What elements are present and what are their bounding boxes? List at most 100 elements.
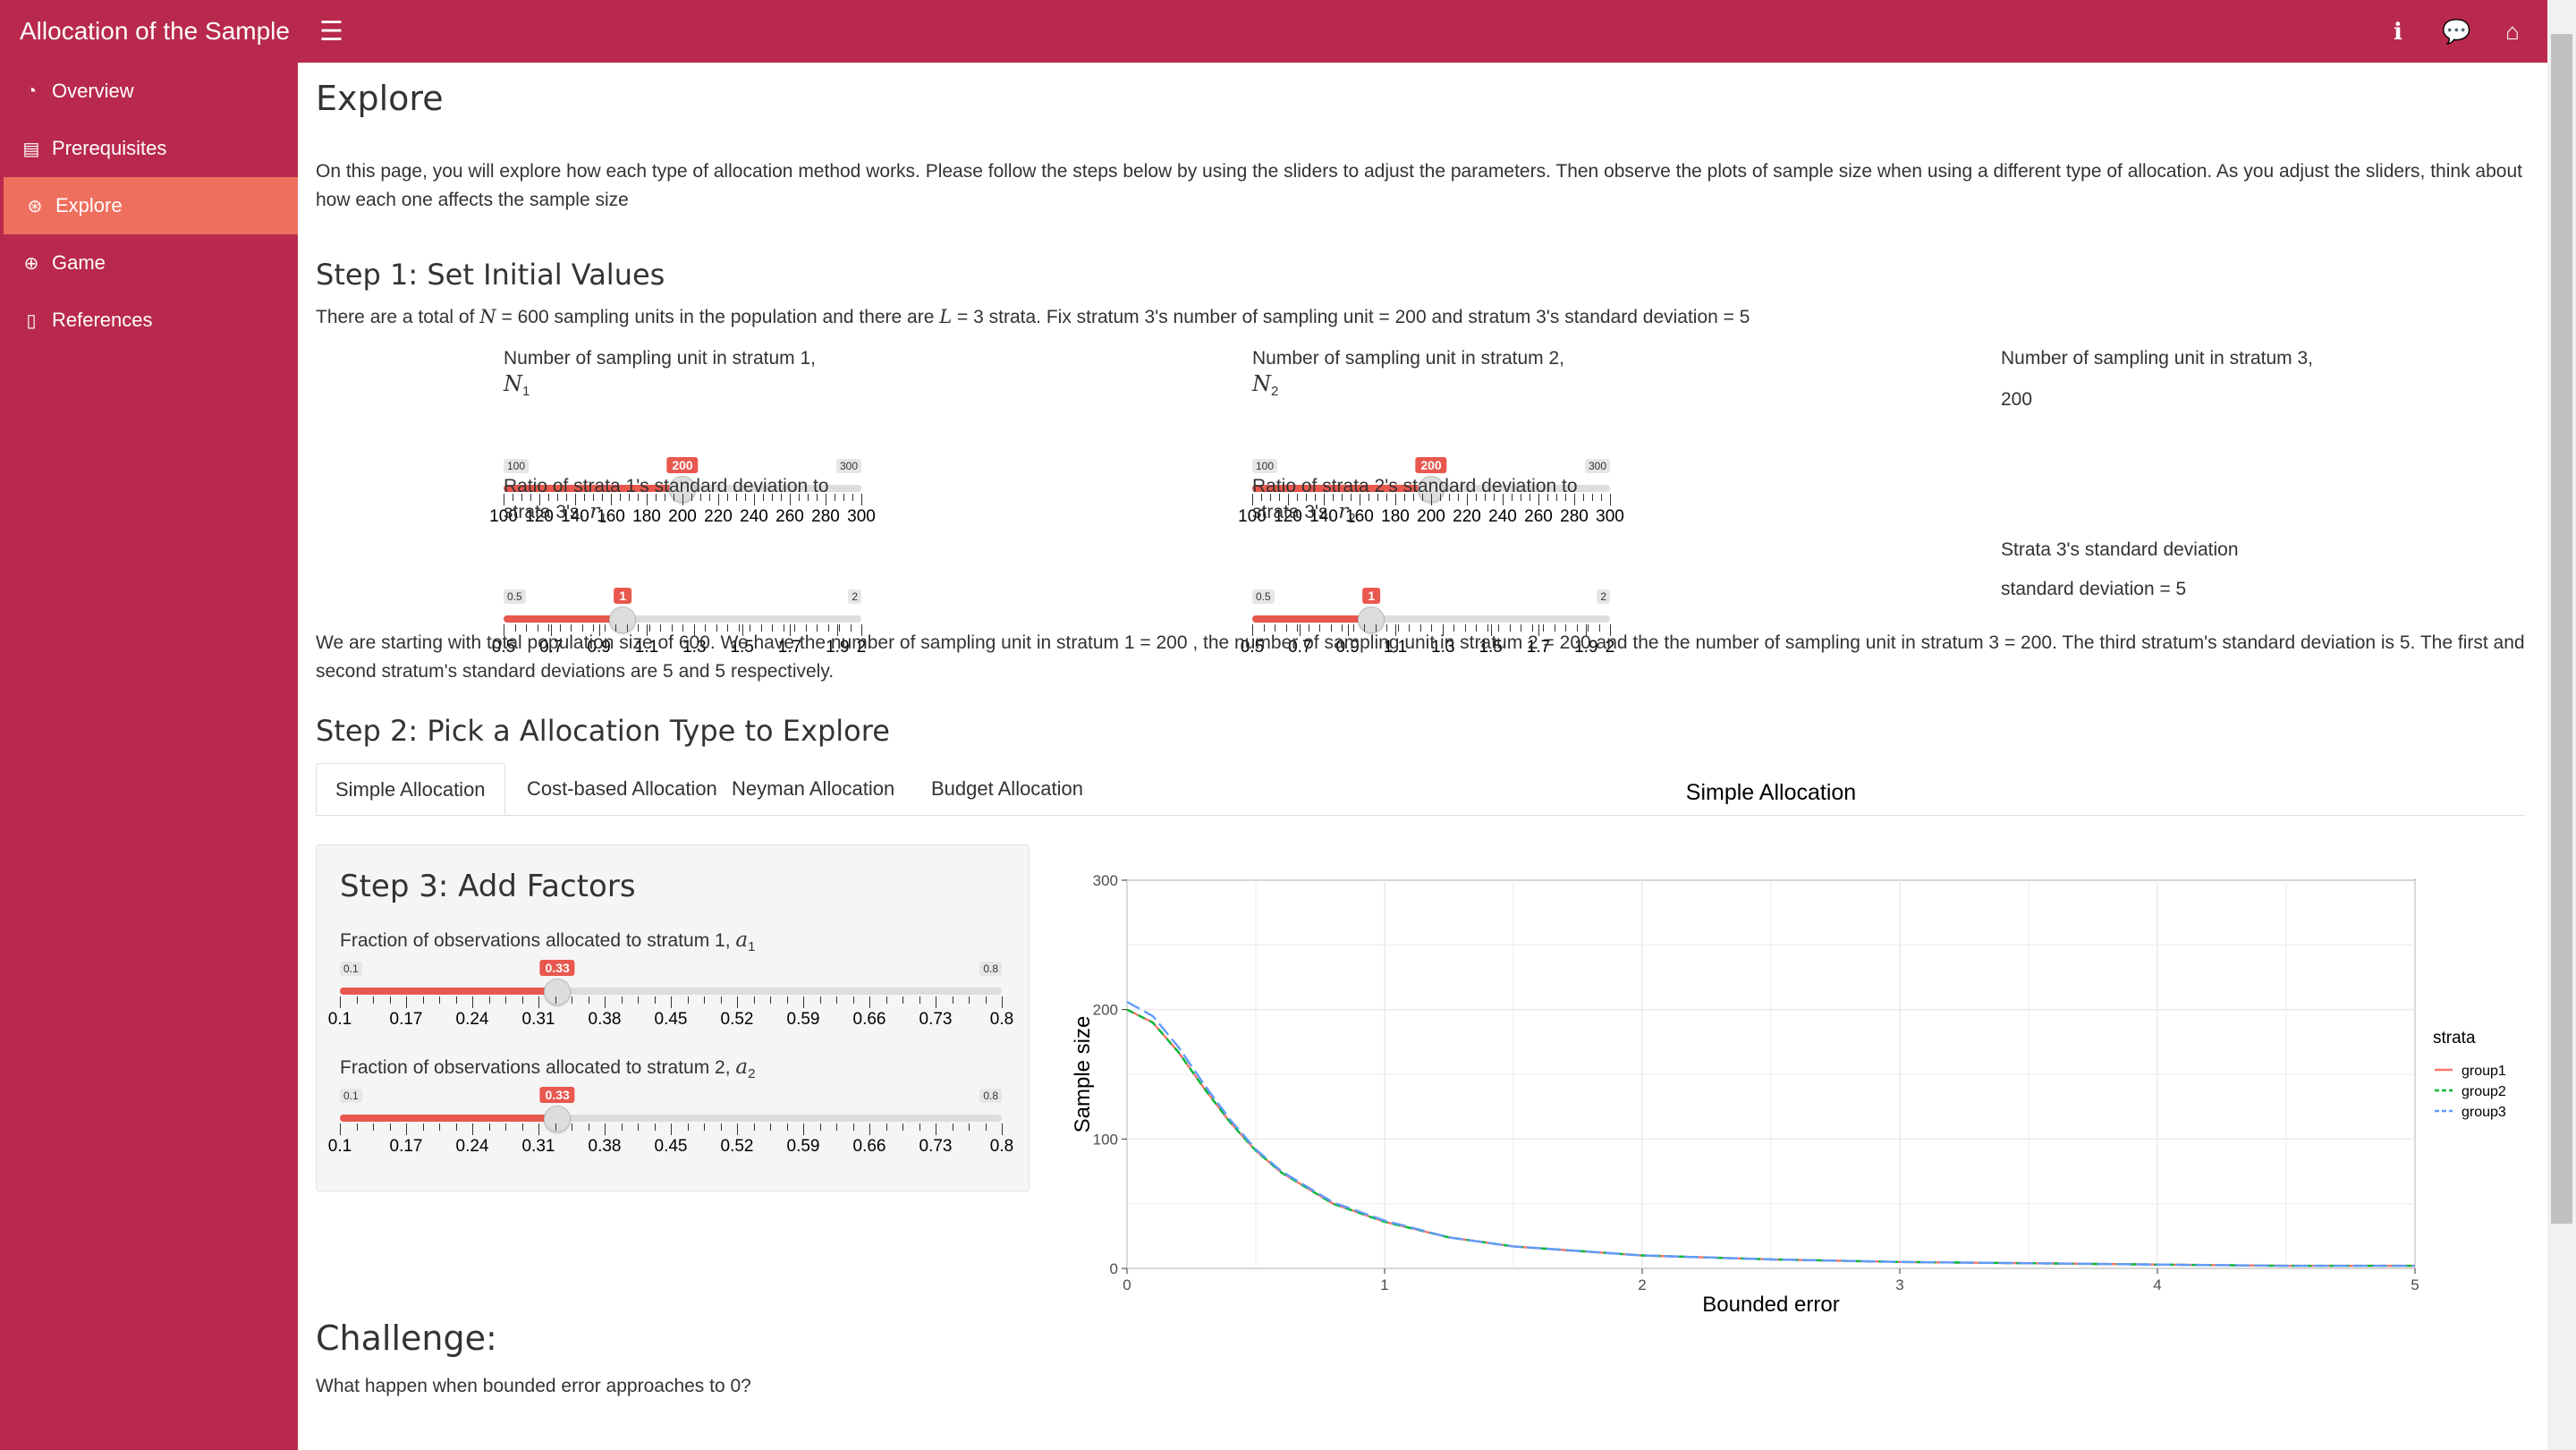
slider-minor-tick: [819, 1124, 821, 1131]
slider-minor-tick: [1592, 494, 1593, 501]
header-icons: ℹ 💬 ⌂: [2385, 18, 2547, 46]
slider-minor-tick: [786, 1124, 788, 1131]
n1-label: Number of sampling unit in stratum 1, N1: [504, 345, 816, 404]
x-tick-label: 4: [2153, 1276, 2161, 1293]
scrollbar-thumb[interactable]: [2551, 34, 2572, 1224]
page-scrollbar[interactable]: [2547, 0, 2576, 1450]
sidebar-item-prerequisites[interactable]: ▤ Prerequisites: [0, 120, 298, 177]
slider-tick-label: 0.59: [786, 1137, 820, 1156]
x-tick-label: 2: [1638, 1276, 1646, 1293]
info-icon[interactable]: ℹ: [2385, 18, 2411, 46]
r2-min: 0.5: [1252, 589, 1275, 604]
slider-tick-label: 0.17: [389, 1010, 423, 1029]
a1-slider[interactable]: 0.1 0.8 0.33 0.1 0.17 0.24 0.31 0.38 0.45 0.52…: [328, 960, 1013, 1029]
a2-value: 0.33: [539, 1087, 575, 1103]
dashboard-icon: ◔: [25, 81, 38, 101]
n2-value: 200: [1415, 457, 1447, 473]
slider-minor-tick: [886, 1124, 887, 1131]
sidebar-item-label: Explore: [55, 194, 123, 216]
a1-label: Fraction of observations allocated to st…: [340, 928, 755, 960]
slider-tick-label: 0.1: [327, 1010, 352, 1029]
r2-symbol-sub: 2: [1348, 511, 1356, 527]
r2-max: 2: [1597, 589, 1610, 604]
a1-max: 0.8: [979, 962, 1002, 976]
x-tick-label: 5: [2411, 1276, 2419, 1293]
simple-allocation-chart: Simple Allocation 0 1 2 3 4 5 0 100 200 300 Bound…: [1071, 780, 2506, 1317]
sidebar-item-label: Overview: [52, 80, 134, 102]
sidebar: ◔ Overview ▤ Prerequisites ⊛ Explore ⊕ G…: [0, 63, 298, 1450]
slider-major-tick: [406, 996, 407, 1008]
slider-major-tick: [869, 996, 870, 1008]
r1-max: 2: [848, 589, 861, 604]
slider-tick-label: 0.38: [588, 1137, 622, 1156]
slider-major-tick: [472, 1124, 473, 1135]
a2-symbol-letter: a: [735, 1056, 749, 1079]
slider-minor-tick: [389, 996, 391, 1004]
legend-label-group3: group3: [2462, 1105, 2506, 1120]
r1-min: 0.5: [504, 589, 526, 604]
slider-minor-tick: [753, 996, 755, 1004]
slider-tick-label: 0.52: [720, 1137, 754, 1156]
tab-simple-allocation[interactable]: Simple Allocation: [316, 763, 505, 815]
home-icon[interactable]: ⌂: [2499, 18, 2526, 46]
slider-minor-tick: [687, 1124, 689, 1131]
a1-fill: [340, 988, 558, 995]
slider-minor-tick: [985, 996, 987, 1004]
slider-minor-tick: [704, 1124, 705, 1131]
slider-minor-tick: [389, 1124, 391, 1131]
y-tick-label: 200: [1093, 1002, 1118, 1019]
slider-major-tick: [869, 1124, 870, 1135]
sidebar-item-label: Game: [52, 251, 106, 274]
n2-label: Number of sampling unit in stratum 2, N2: [1252, 345, 1564, 404]
slider-tick-label: 0.1: [327, 1137, 352, 1156]
r1-value: 1: [614, 588, 632, 604]
r1-fill: [504, 615, 623, 623]
slider-minor-tick: [488, 1124, 490, 1131]
a1-symbol-letter: a: [735, 929, 749, 952]
a2-slider[interactable]: 0.1 0.8 0.33 0.1 0.17 0.24 0.31 0.38 0.45 0.52…: [328, 1087, 1013, 1156]
step1-text-b: = 600 sampling units in the population a…: [496, 307, 940, 327]
y-tick-label: 0: [1110, 1260, 1118, 1277]
n2-symbol-sub: 2: [1271, 384, 1279, 400]
slider-minor-tick: [720, 996, 722, 1004]
slider-tick-label: 0.66: [852, 1137, 886, 1156]
slider-minor-tick: [836, 996, 837, 1004]
sidebar-item-label: References: [52, 309, 153, 331]
n1-min: 100: [504, 459, 530, 473]
sidebar-item-references[interactable]: ▯ References: [0, 292, 298, 349]
r2-label: Ratio of strata 2's standard deviation t…: [1252, 473, 1578, 531]
slider-tick-label: 0.8: [989, 1137, 1014, 1156]
slider-major-tick: [803, 996, 804, 1008]
step3-title: Step 3: Add Factors: [340, 869, 636, 904]
slider-tick-label: 0.73: [919, 1137, 953, 1156]
y-axis-label: Sample size: [1071, 1016, 1095, 1133]
slider-minor-tick: [521, 1124, 523, 1131]
slider-minor-tick: [505, 996, 506, 1004]
tab-cost-based-allocation[interactable]: Cost-based Allocation: [508, 763, 736, 815]
a1-ticks: [340, 996, 1003, 1009]
n1-value: 200: [666, 457, 699, 473]
r2-symbol-letter: r: [1338, 500, 1349, 523]
slider-minor-tick: [422, 1124, 424, 1131]
sidebar-item-explore[interactable]: ⊛ Explore: [4, 177, 298, 234]
comments-icon[interactable]: 💬: [2442, 18, 2470, 46]
sidebar-item-game[interactable]: ⊕ Game: [0, 234, 298, 292]
n2-symbol-letter: N: [1252, 371, 1271, 396]
r1-label: Ratio of strata 1's standard deviation t…: [504, 473, 829, 531]
intro-text: On this page, you will explore how each …: [316, 161, 2522, 210]
sidebar-item-overview[interactable]: ◔ Overview: [0, 63, 298, 120]
slider-minor-tick: [505, 1124, 506, 1131]
tab-neyman-allocation[interactable]: Neyman Allocation: [713, 763, 913, 815]
slider-minor-tick: [1583, 494, 1584, 501]
chart-legend: strata group1 group2 group3: [2433, 1029, 2506, 1120]
slider-major-tick: [1002, 1124, 1003, 1135]
slider-minor-tick: [373, 996, 374, 1004]
a2-min: 0.1: [340, 1089, 362, 1103]
x-axis-label: Bounded error: [1702, 1293, 1839, 1317]
a2-label-text: Fraction of observations allocated to st…: [340, 1057, 736, 1078]
r1-label-line2: strata 3's, r1: [504, 499, 829, 531]
slider-minor-tick: [555, 1124, 556, 1131]
sidebar-item-label: Prerequisites: [52, 137, 167, 159]
hamburger-icon[interactable]: ☰: [319, 16, 343, 47]
slider-minor-tick: [455, 996, 457, 1004]
